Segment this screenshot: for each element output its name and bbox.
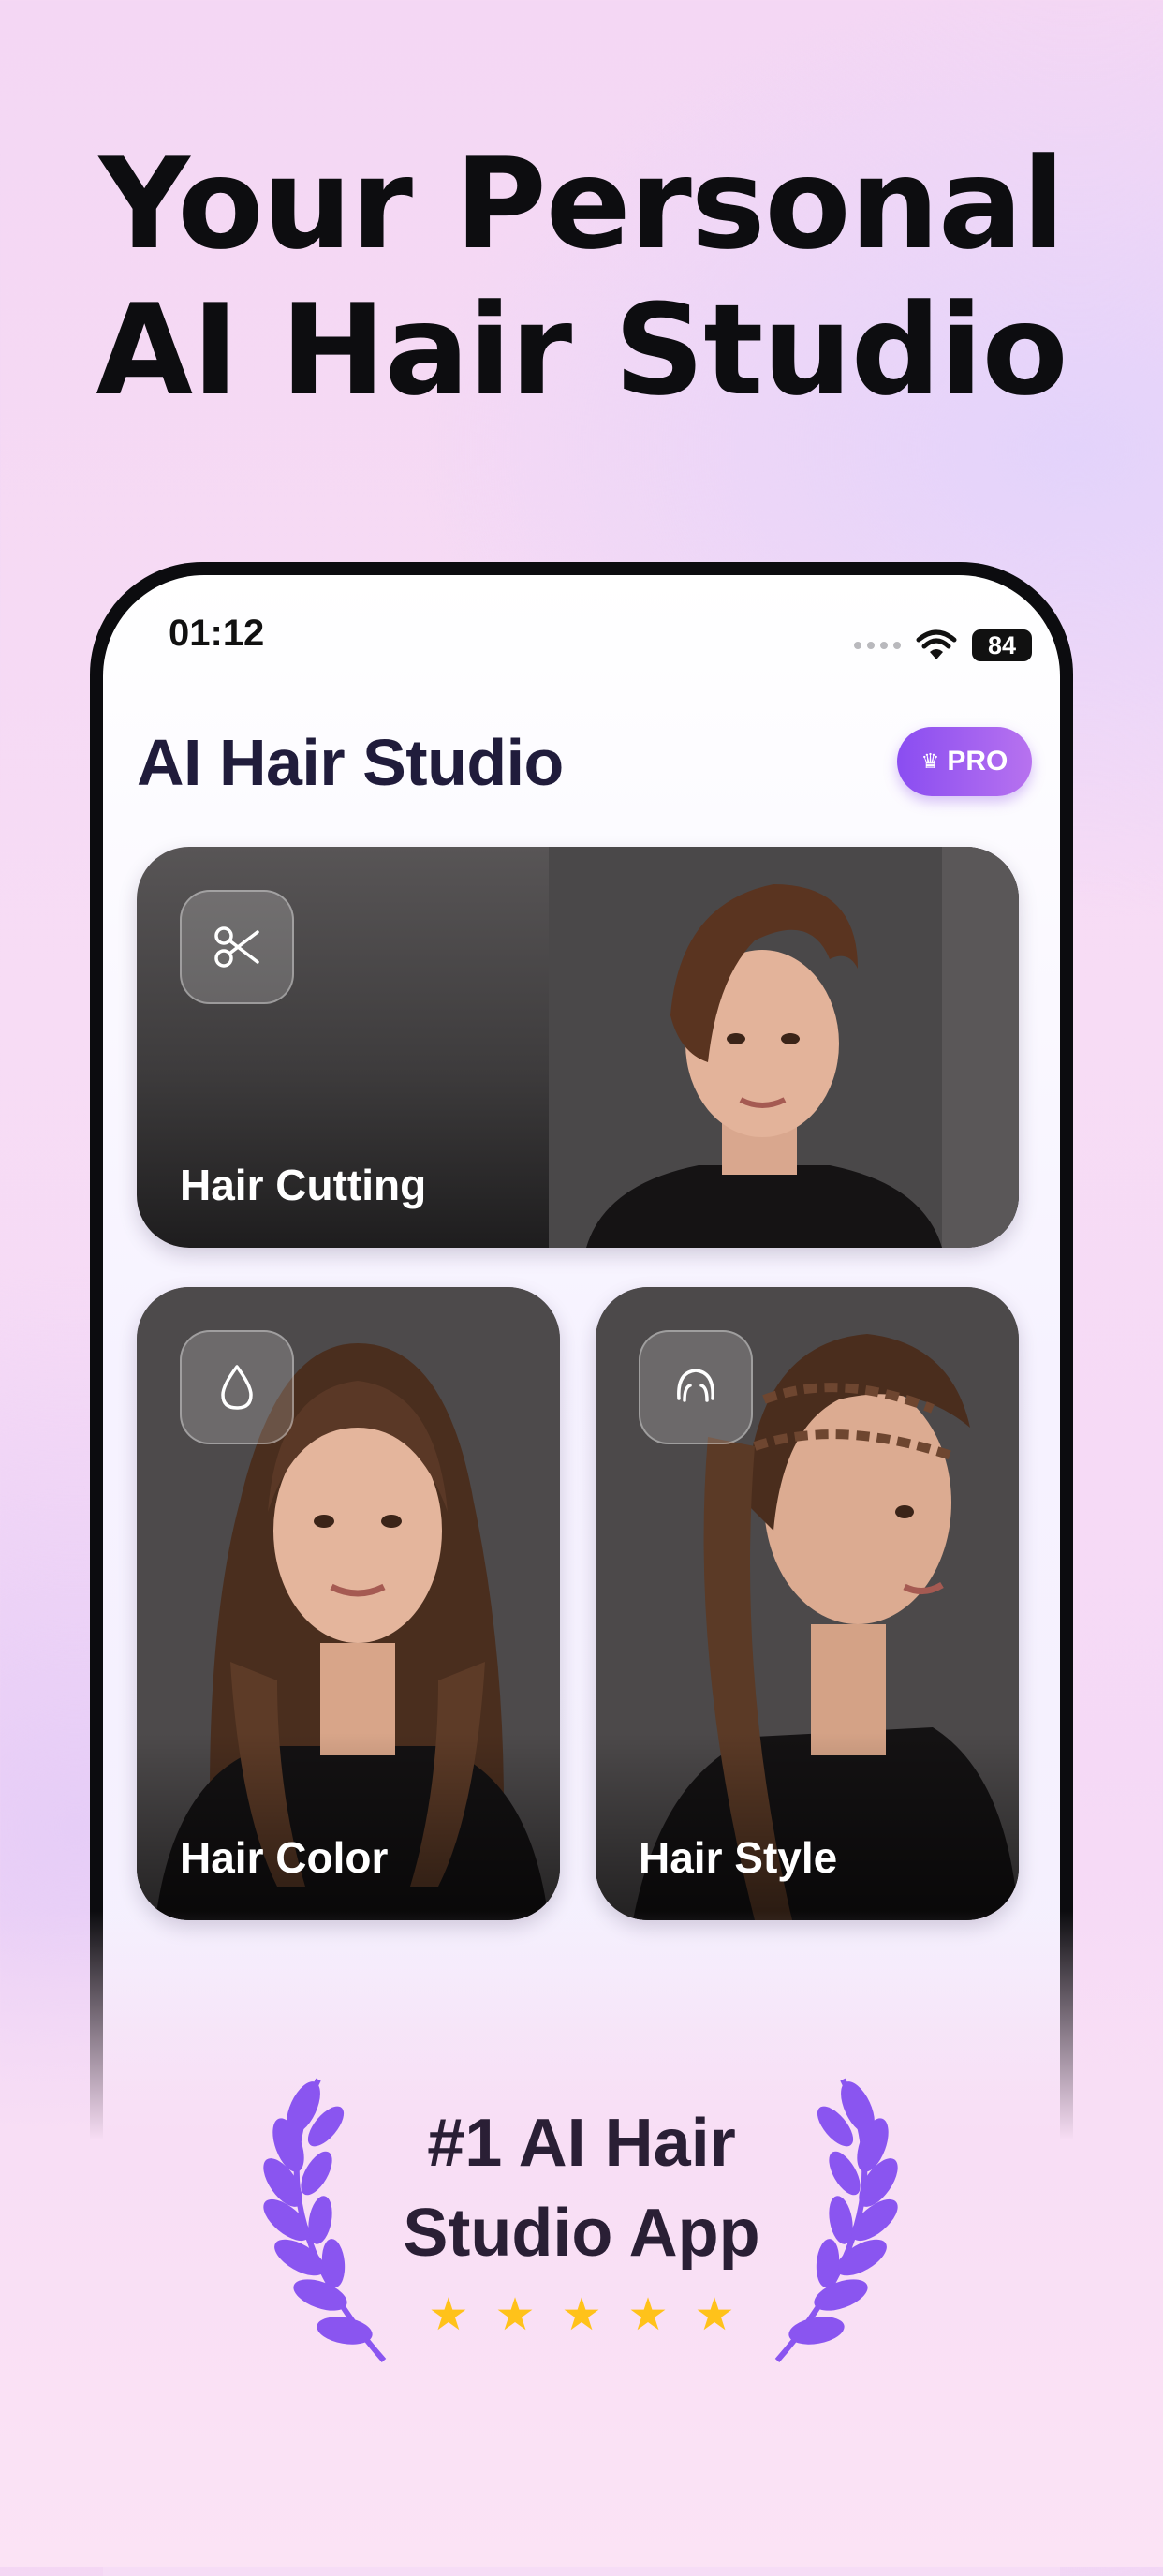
hairstyle-icon-box [639, 1330, 753, 1444]
star-icon: ★ [694, 2290, 735, 2340]
star-icon: ★ [428, 2290, 469, 2340]
award-line-2: Studio App [403, 2196, 760, 2271]
signal-dots-icon [854, 642, 901, 649]
wifi-icon [916, 629, 957, 659]
headline: Your Personal AI Hair Studio [0, 131, 1163, 423]
star-icon: ★ [561, 2290, 602, 2340]
headline-line-2: AI Hair Studio [96, 277, 1067, 423]
battery-icon: 84 [972, 629, 1032, 661]
award-text: #1 AI Hair Studio App [0, 2098, 1163, 2278]
short-hair-portrait [549, 847, 1019, 1248]
hair-cutting-card[interactable]: Hair Cutting [137, 847, 1019, 1248]
droplet-icon [221, 1365, 253, 1410]
app-title: AI Hair Studio [137, 726, 564, 799]
card-shade [596, 1733, 1019, 1920]
pro-button[interactable]: ♛ PRO [897, 727, 1032, 796]
status-time: 01:12 [169, 613, 265, 654]
hair-style-card[interactable]: Hair Style [596, 1287, 1019, 1920]
card-shade [137, 1733, 560, 1920]
award-line-1: #1 AI Hair [427, 2106, 736, 2181]
crown-icon: ♛ [920, 749, 940, 773]
star-icon: ★ [627, 2290, 669, 2340]
status-icons: 84 [854, 629, 1032, 661]
rating-stars: ★ ★ ★ ★ ★ [0, 2293, 1163, 2338]
hair-color-card[interactable]: Hair Color [137, 1287, 560, 1920]
hair-style-label: Hair Style [639, 1833, 838, 1882]
star-icon: ★ [494, 2290, 536, 2340]
droplet-icon-box [180, 1330, 294, 1444]
scissors-icon [214, 926, 259, 968]
hair-cutting-label: Hair Cutting [180, 1161, 427, 1209]
hair-color-label: Hair Color [180, 1833, 389, 1882]
headline-line-1: Your Personal [98, 131, 1066, 277]
scissors-icon-box [180, 890, 294, 1004]
pro-label: PRO [947, 746, 1008, 777]
hairstyle-icon [677, 1369, 714, 1402]
